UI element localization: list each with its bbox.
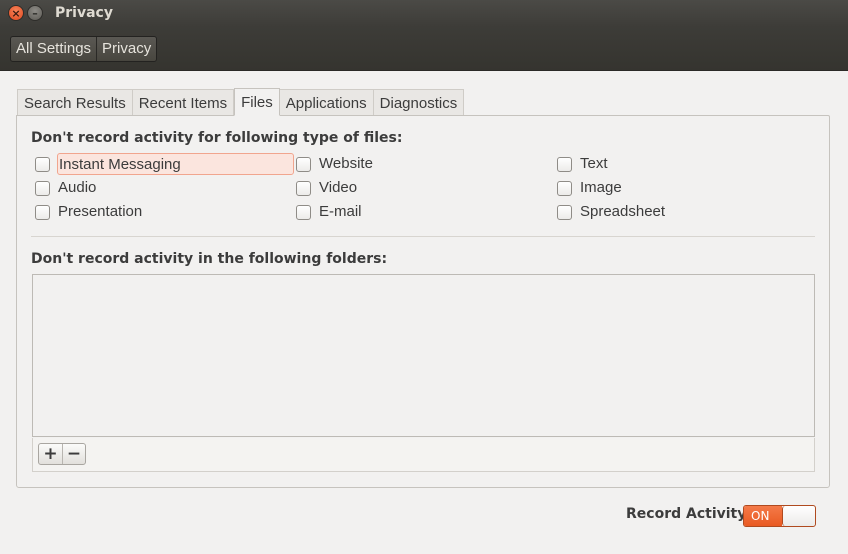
add-folder-button[interactable]: + [39, 444, 62, 464]
switch-knob[interactable] [782, 506, 815, 526]
tab-bar: Search Results Recent Items Files Applic… [17, 88, 465, 116]
file-type-audio[interactable]: Audio [35, 177, 97, 199]
minimize-icon[interactable]: – [27, 5, 43, 21]
checkbox[interactable] [35, 180, 50, 196]
checkbox[interactable] [296, 156, 311, 172]
file-type-label: Spreadsheet [580, 203, 666, 220]
file-types-heading: Don't record activity for following type… [31, 130, 403, 146]
toolbar: All Settings Privacy [0, 27, 848, 71]
file-type-presentation[interactable]: Presentation [35, 201, 143, 223]
file-type-label: Instant Messaging [57, 153, 294, 175]
files-panel: Don't record activity for following type… [16, 115, 830, 488]
breadcrumb: All Settings Privacy [10, 36, 158, 62]
remove-folder-button[interactable]: − [62, 444, 85, 464]
checkbox[interactable] [557, 156, 572, 172]
file-type-instant-messaging[interactable]: Instant Messaging [35, 153, 294, 175]
file-type-video[interactable]: Video [296, 177, 358, 199]
section-divider [31, 236, 815, 237]
file-type-label: Image [580, 179, 622, 196]
window-titlebar: × – Privacy [0, 0, 848, 27]
file-type-label: E-mail [319, 203, 362, 220]
file-type-image[interactable]: Image [557, 177, 623, 199]
file-type-label: Website [319, 155, 373, 172]
file-type-label: Video [319, 179, 358, 196]
file-type-spreadsheet[interactable]: Spreadsheet [557, 201, 666, 223]
folders-heading: Don't record activity in the following f… [31, 251, 388, 267]
file-type-label: Audio [58, 179, 97, 196]
checkbox[interactable] [557, 204, 572, 220]
tab-recent-items[interactable]: Recent Items [132, 89, 235, 116]
switch-on-label: ON [744, 506, 782, 526]
file-type-label: Presentation [58, 203, 143, 220]
tab-applications[interactable]: Applications [279, 89, 374, 116]
file-type-label: Text [580, 155, 608, 172]
file-type-website[interactable]: Website [296, 153, 374, 175]
file-type-text[interactable]: Text [557, 153, 609, 175]
breadcrumb-all-settings[interactable]: All Settings [11, 37, 96, 61]
record-activity-switch[interactable]: ON [743, 505, 816, 527]
checkbox[interactable] [296, 180, 311, 196]
checkbox[interactable] [35, 204, 50, 220]
excluded-folders-list[interactable] [32, 274, 815, 437]
checkbox[interactable] [296, 204, 311, 220]
folder-list-toolbar: + − [32, 438, 815, 472]
breadcrumb-privacy[interactable]: Privacy [96, 37, 156, 61]
close-icon[interactable]: × [8, 5, 24, 21]
folder-button-group: + − [38, 443, 86, 465]
checkbox[interactable] [557, 180, 572, 196]
tab-search-results[interactable]: Search Results [17, 89, 133, 116]
window-title: Privacy [55, 5, 113, 21]
tab-diagnostics[interactable]: Diagnostics [373, 89, 465, 116]
tab-files[interactable]: Files [234, 88, 280, 116]
record-activity-label: Record Activity [626, 506, 747, 522]
checkbox[interactable] [35, 156, 50, 172]
file-type-email[interactable]: E-mail [296, 201, 363, 223]
